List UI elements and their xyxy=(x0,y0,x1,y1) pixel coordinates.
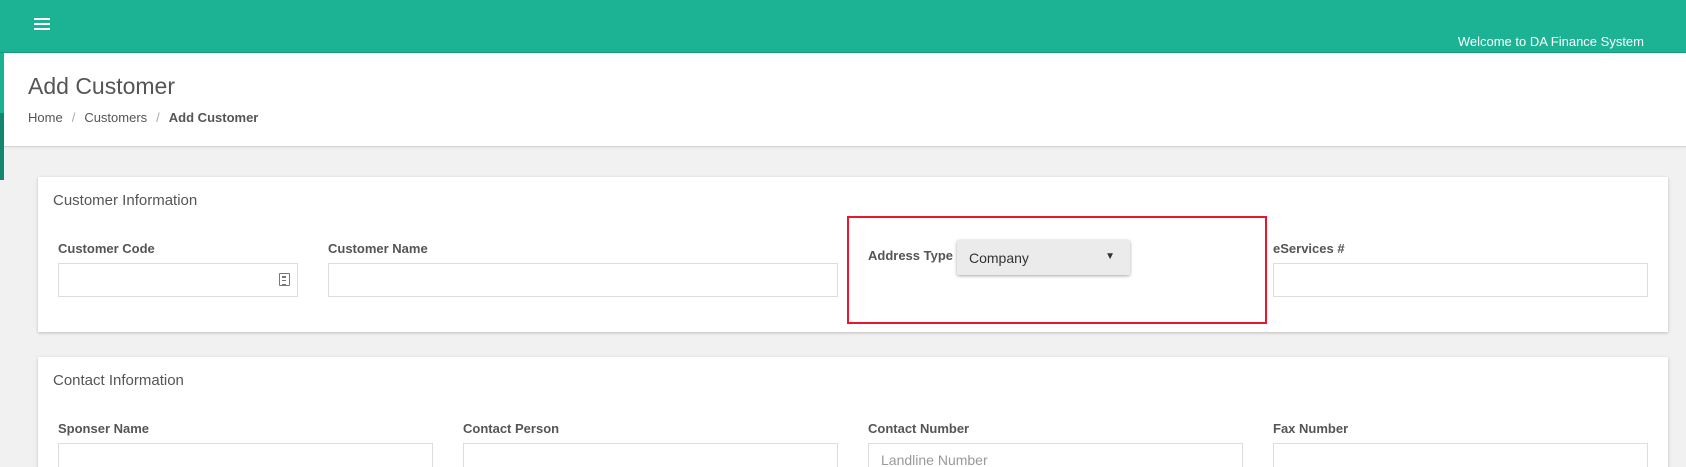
contact-person-input[interactable] xyxy=(463,443,838,467)
contact-person-label: Contact Person xyxy=(463,421,560,436)
breadcrumb-separator: / xyxy=(71,110,76,125)
address-type-label: Address Type xyxy=(868,248,954,263)
welcome-message: Welcome to DA Finance System xyxy=(1457,34,1644,49)
breadcrumb-current: Add Customer xyxy=(168,110,259,125)
id-card-icon[interactable] xyxy=(279,273,290,286)
fax-number-label: Fax Number xyxy=(1273,421,1349,436)
breadcrumb: Home / Customers / Add Customer xyxy=(28,110,258,125)
customer-name-label: Customer Name xyxy=(328,241,428,256)
hamburger-icon[interactable] xyxy=(34,18,50,32)
top-navbar: Welcome to DA Finance System xyxy=(0,0,1686,53)
breadcrumb-home[interactable]: Home xyxy=(28,110,63,125)
page-title: Add Customer xyxy=(28,73,176,99)
sponser-name-label: Sponser Name xyxy=(58,421,150,436)
breadcrumb-customers[interactable]: Customers xyxy=(84,110,147,125)
contact-information-title: Contact Information xyxy=(53,372,184,389)
contact-number-input[interactable] xyxy=(868,443,1243,467)
eservices-input[interactable] xyxy=(1273,263,1648,297)
caret-down-icon: ▼ xyxy=(1105,251,1115,262)
contact-number-label: Contact Number xyxy=(868,421,970,436)
customer-code-input[interactable] xyxy=(58,263,298,297)
address-type-selected-value: Company xyxy=(969,250,1029,266)
fax-number-input[interactable] xyxy=(1273,443,1648,467)
customer-information-title: Customer Information xyxy=(53,192,198,209)
address-type-select[interactable]: Company ▼ xyxy=(957,240,1130,275)
sponser-name-input[interactable] xyxy=(58,443,433,467)
breadcrumb-separator: / xyxy=(156,110,160,125)
eservices-label: eServices # xyxy=(1273,241,1345,256)
customer-name-input[interactable] xyxy=(328,263,838,297)
page-header: Add Customer Home / Customers / Add Customer xyxy=(4,53,1686,147)
customer-code-label: Customer Code xyxy=(58,241,155,256)
